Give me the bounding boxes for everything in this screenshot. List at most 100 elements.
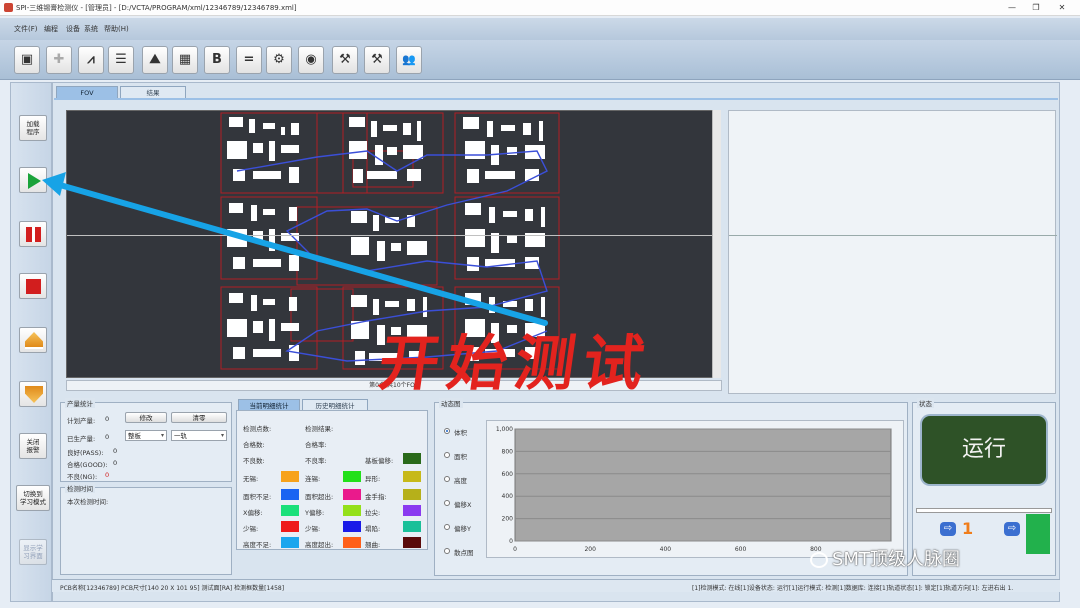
y-tick-label: 1,000 xyxy=(496,426,513,433)
defect-label: 拉尖: xyxy=(365,509,381,517)
defect-swatch xyxy=(281,471,299,482)
defect-label: 无锡: xyxy=(243,475,259,483)
qrcode-icon[interactable]: ▦ xyxy=(172,46,198,74)
inspect-time-title: 检测时间 xyxy=(65,483,95,493)
waveform-icon[interactable]: ⩘ xyxy=(78,46,104,74)
load-program-button[interactable]: 加载 程序 xyxy=(19,115,47,141)
chart-option[interactable]: 面积 xyxy=(440,450,482,462)
gear-icon[interactable]: ⚙ xyxy=(266,46,292,74)
menu-file[interactable]: 文件(F) xyxy=(14,24,38,34)
defect-swatch xyxy=(403,489,421,500)
chart-option[interactable]: 体积 xyxy=(440,426,482,438)
defect-swatch xyxy=(403,521,421,532)
watermark: SMT顶级人脉圈 xyxy=(810,545,960,571)
terminal-icon[interactable]: ▣ xyxy=(14,46,40,74)
tab-fov[interactable]: FOV xyxy=(56,86,118,98)
menu-program[interactable]: 编程 xyxy=(44,24,58,34)
toolbar: ▣ ✚ ⩘ ☰ ⛰ ▦ B = ⚙ ◉ ⚒ ⚒ 👥 xyxy=(0,40,1080,80)
radio-button[interactable] xyxy=(444,452,450,458)
barcode-b-icon[interactable]: B xyxy=(204,46,230,74)
good-rate-label: 合格率: xyxy=(305,441,327,449)
pause-button[interactable] xyxy=(19,221,47,247)
restore-button[interactable]: ❐ xyxy=(1024,0,1048,16)
chart-option[interactable]: 偏移Y xyxy=(440,522,482,534)
inspect-time-label: 本次检测时间: xyxy=(67,498,109,506)
close-alarm-label: 关闭 报警 xyxy=(26,438,40,454)
plan-value: 0 xyxy=(105,415,110,423)
clear-button[interactable]: 清零 xyxy=(171,412,227,423)
chart-svg: 1,00080060040020000 200 400 600 800 xyxy=(496,426,892,553)
arrow-right-icon: ⇨ xyxy=(940,522,956,536)
points-label: 检测点数: xyxy=(243,425,272,433)
close-alarm-button[interactable]: 关闭 报警 xyxy=(19,433,47,459)
chart-option[interactable]: 散点图 xyxy=(440,546,482,558)
menu-system[interactable]: 系统 xyxy=(84,24,98,34)
chart-option-label: 面积 xyxy=(454,453,467,461)
eject-up-button[interactable] xyxy=(19,327,47,353)
pause-icon xyxy=(26,227,41,242)
plot-area xyxy=(514,428,892,542)
defect-swatch xyxy=(343,489,361,500)
board-select[interactable]: 整板 xyxy=(125,430,167,441)
switch-learn-mode-button[interactable]: 切换到 学习模式 xyxy=(16,485,50,511)
equals-icon[interactable]: = xyxy=(236,46,262,74)
y-tick-label: 200 xyxy=(502,516,514,523)
offset-swatch xyxy=(403,453,421,464)
stamp-icon[interactable]: ⛰ xyxy=(142,46,168,74)
defect-label: 高度超出: xyxy=(305,541,334,549)
defect-label: 面积超出: xyxy=(305,493,334,501)
chart-option[interactable]: 高度 xyxy=(440,474,482,486)
stop-button[interactable] xyxy=(19,273,47,299)
rail-select[interactable]: 一轨 xyxy=(171,430,227,441)
chart-option-label: 偏移X xyxy=(454,501,472,509)
plus-icon[interactable]: ✚ xyxy=(46,46,72,74)
defect-swatch xyxy=(343,505,361,516)
sliders-icon[interactable]: ☰ xyxy=(108,46,134,74)
defect-label: 少锡: xyxy=(243,525,259,533)
status-bar: PCB名称[12346789] PCB尺寸[140 20 X 101 95] 测… xyxy=(52,579,1060,592)
radio-button[interactable] xyxy=(444,524,450,530)
produced-value: 0 xyxy=(105,433,110,441)
radio-button[interactable] xyxy=(444,476,450,482)
defect-swatch xyxy=(343,471,361,482)
minimize-button[interactable]: — xyxy=(1000,0,1024,16)
radio-button[interactable] xyxy=(444,548,450,554)
stop-icon xyxy=(26,279,41,294)
canvas-crosshair xyxy=(67,235,713,236)
chart-option-label: 高度 xyxy=(454,477,467,485)
detail-view[interactable] xyxy=(728,110,1057,394)
modify-button[interactable]: 修改 xyxy=(125,412,167,423)
users-icon[interactable]: 👥 xyxy=(396,46,422,74)
tools-icon[interactable]: ⚒ xyxy=(364,46,390,74)
good-count-label: 合格数: xyxy=(243,441,265,449)
ng-label: 不良(NG): xyxy=(67,473,98,481)
radio-button[interactable] xyxy=(444,500,450,506)
ng-value: 0 xyxy=(105,471,110,479)
start-test-overlay: 开始测试 xyxy=(374,329,657,399)
menu-device[interactable]: 设备 xyxy=(66,24,80,34)
close-button[interactable]: ✕ xyxy=(1050,0,1074,16)
good-value: 0 xyxy=(113,459,118,467)
switch-learn-mode-label: 切换到 学习模式 xyxy=(20,490,46,506)
tab-result[interactable]: 结果 xyxy=(120,86,186,98)
start-button[interactable] xyxy=(19,167,47,193)
canvas-scrollbar[interactable] xyxy=(712,110,721,378)
chart-option-label: 偏移Y xyxy=(454,525,471,533)
radio-button[interactable] xyxy=(444,428,450,434)
show-learn-view-button[interactable]: 显示学 习界面 xyxy=(19,539,47,565)
menu-help[interactable]: 帮助(H) xyxy=(104,24,129,34)
progress-bar xyxy=(916,508,1052,513)
offset-label: 基板偏移: xyxy=(365,457,394,465)
rail-counter: 1 xyxy=(962,519,974,538)
run-state-indicator: 运行 xyxy=(922,416,1046,484)
sys-tools-icon[interactable]: ⚒ xyxy=(332,46,358,74)
dynamic-chart-title: 动态图 xyxy=(439,398,463,408)
defect-swatch xyxy=(343,521,361,532)
eject-down-button[interactable] xyxy=(19,381,47,407)
chart-option[interactable]: 偏移X xyxy=(440,498,482,510)
defect-label: 面积不足: xyxy=(243,493,272,501)
camera-icon[interactable]: ◉ xyxy=(298,46,324,74)
detail-crosshair xyxy=(729,235,1057,236)
left-control-bar: 加载 程序 关闭 报警 切换到 学习模式 显示学 习界面 xyxy=(10,82,52,602)
wechat-icon xyxy=(810,552,828,568)
